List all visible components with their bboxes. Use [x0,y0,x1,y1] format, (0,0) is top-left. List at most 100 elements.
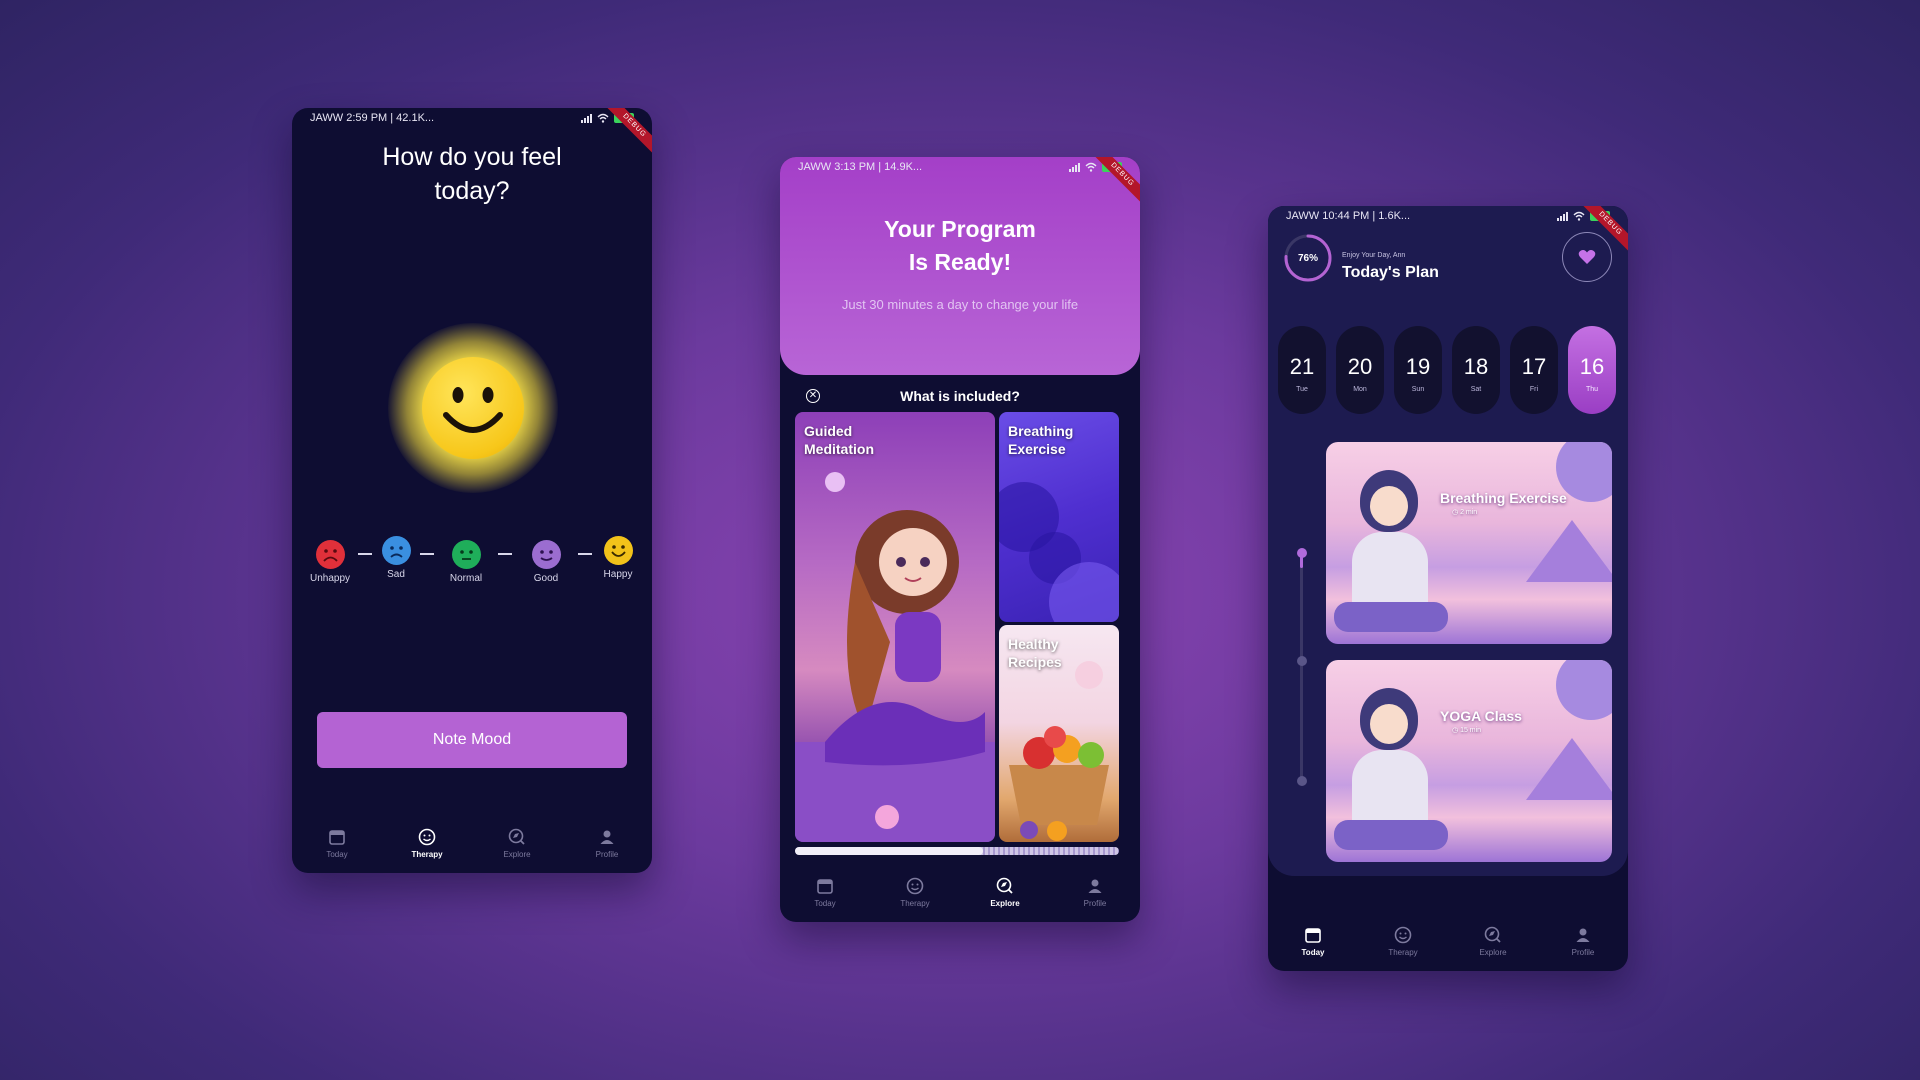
favorites-button[interactable] [1562,232,1612,282]
mood-divider [420,553,434,555]
card-label-recipes: Healthy Recipes [1008,636,1062,670]
bottom-nav: Today Therapy Explore Profile [292,813,652,873]
plan-title: Today's Plan [1342,264,1439,281]
character-legs [1334,820,1448,850]
calendar-icon [1305,928,1321,943]
day-name: Tue [1296,386,1308,393]
status-bar: JAWW 3:13 PM | 14.9K... 85 [780,157,1140,177]
program-header: Your Program Is Ready! Just 30 minutes a… [780,157,1140,375]
day-number: 16 [1579,354,1605,379]
day-pill-18[interactable]: 18 Sat [1452,326,1500,414]
mood-label-happy: Happy [603,569,633,580]
day-pill-19[interactable]: 19 Sun [1394,326,1442,414]
nav-explore[interactable]: Explore [472,813,562,873]
day-pill-17[interactable]: 17 Fri [1510,326,1558,414]
nav-label-therapy: Therapy [411,850,443,859]
normal-face-icon [451,540,481,569]
meditation-illustration [795,472,995,842]
nav-profile[interactable]: Profile [1538,911,1628,971]
status-text: JAWW 2:59 PM | 42.1K... [310,112,435,124]
mountain-decoration [1526,738,1612,800]
breathing-exercise-card[interactable]: Breathing Exercise [999,412,1119,622]
status-bar: JAWW 10:44 PM | 1.6K... 63 [1268,206,1628,226]
mood-selector: Unhappy Sad Normal Good Happy [292,528,652,588]
day-number: 17 [1521,354,1547,379]
program-screen: Your Program Is Ready! Just 30 minutes a… [780,157,1140,922]
class-duration-text: 15 min [1460,727,1482,734]
bottom-nav: Today Therapy Explore Profile [1268,911,1628,971]
wifi-icon [1085,162,1097,172]
nav-label-explore: Explore [990,899,1020,908]
nav-today[interactable]: Today [292,813,382,873]
status-text: JAWW 10:44 PM | 1.6K... [1286,210,1411,222]
wifi-icon [597,113,609,123]
nav-therapy[interactable]: Therapy [382,813,472,873]
class-card-yoga[interactable]: YOGA Class ◷ 15 min [1326,660,1612,862]
progress-fill [795,847,983,855]
included-header: ✕ What is included? [780,385,1140,407]
day-name: Sun [1411,386,1425,393]
calendar-icon [329,830,345,845]
healthy-recipes-card[interactable]: Healthy Recipes [999,625,1119,842]
explore-icon [1484,926,1501,943]
nav-label-today: Today [326,850,348,859]
person-icon [600,830,614,844]
program-subtitle: Just 30 minutes a day to change your lif… [841,297,1079,312]
nav-label-explore: Explore [503,850,531,859]
day-number: 20 [1347,354,1373,379]
mood-divider [498,553,512,555]
included-title: What is included? [900,388,1020,404]
tree-decoration [1556,660,1612,720]
mood-option-normal[interactable]: Normal [436,540,496,584]
nav-profile[interactable]: Profile [562,813,652,873]
day-name: Mon [1353,386,1367,393]
day-pill-16[interactable]: 16 Thu [1568,326,1616,414]
class-duration: ◷ 15 min [1452,727,1482,734]
mood-option-sad[interactable]: Sad [366,536,426,580]
character-face [1370,486,1408,526]
day-pill-21[interactable]: 21 Tue [1278,326,1326,414]
card-label-meditation: Guided Meditation [804,423,874,457]
mood-option-unhappy[interactable]: Unhappy [300,540,360,584]
heart-icon [1578,250,1596,264]
nav-therapy[interactable]: Therapy [870,862,960,922]
nav-explore[interactable]: Explore [960,862,1050,922]
mountain-decoration [1526,520,1612,582]
progress-percent: 76% [1297,252,1318,264]
mood-option-happy[interactable]: Happy [588,536,648,580]
day-name: Sat [1470,386,1482,393]
big-smiley-icon [422,357,524,459]
nav-label-therapy: Therapy [900,899,930,908]
explore-icon [996,877,1013,894]
guided-meditation-card[interactable]: Guided Meditation [795,412,995,842]
nav-today[interactable]: Today [780,862,870,922]
nav-label-today: Today [814,899,836,908]
class-card-breathing[interactable]: Breathing Exercise ◷ 2 min [1326,442,1612,644]
nav-label-profile: Profile [1083,899,1107,908]
class-duration-text: 2 min [1460,509,1478,516]
nav-explore[interactable]: Explore [1448,911,1538,971]
happy-face-icon [603,536,633,565]
day-pill-20[interactable]: 20 Mon [1336,326,1384,414]
explore-icon [508,828,525,845]
character-face [1370,704,1408,744]
day-name: Fri [1529,386,1539,393]
smiley-icon [906,877,924,895]
person-icon [1088,879,1102,893]
nav-therapy[interactable]: Therapy [1358,911,1448,971]
timeline-dot [1296,656,1307,666]
day-number: 19 [1405,354,1431,379]
person-icon [1576,928,1590,942]
nav-today[interactable]: Today [1268,911,1358,971]
note-mood-button[interactable]: Note Mood [317,712,627,768]
day-name: Thu [1585,386,1599,393]
program-title: Your Program Is Ready! [884,216,1036,275]
smiley-icon [418,828,436,846]
mood-option-good[interactable]: Good [516,540,576,584]
nav-label-therapy: Therapy [1388,948,1418,957]
signal-icon [1557,211,1568,221]
mood-question-title: How do you feel today? [382,143,562,205]
plan-screen: JAWW 10:44 PM | 1.6K... 63 DEBUG 76% Enj… [1268,206,1628,971]
class-duration: ◷ 2 min [1452,509,1478,516]
nav-profile[interactable]: Profile [1050,862,1140,922]
